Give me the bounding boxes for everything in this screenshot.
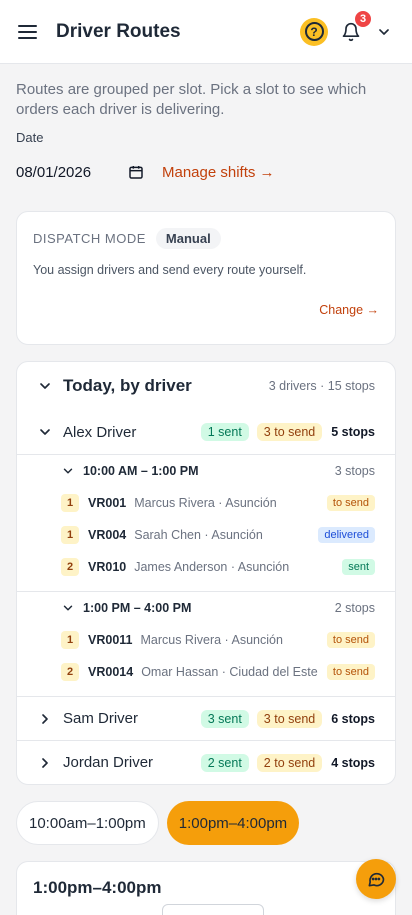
sequence-badge: 1 <box>61 526 79 544</box>
to-send-count-badge: 3 to send <box>256 709 323 728</box>
slot-panel-control[interactable] <box>162 904 264 915</box>
slot-tab-morning[interactable]: 10:00am–1:00pm <box>16 801 159 845</box>
date-input[interactable]: 08/01/2026 <box>16 164 102 181</box>
help-icon: ? <box>304 22 324 41</box>
dispatch-mode-card: DISPATCH MODE Manual You assign drivers … <box>16 211 396 345</box>
order-customer: James Anderson · Asunción <box>134 560 290 574</box>
to-send-count-badge: 2 to send <box>256 753 323 772</box>
app-header: Driver Routes ? 3 <box>0 0 412 64</box>
slot-header[interactable]: 1:00 PM – 4:00 PM 2 stops <box>61 592 375 624</box>
order-id: VR0014 <box>88 665 134 679</box>
today-by-driver-card: Today, by driver 3 drivers · 15 stops Al… <box>16 361 396 785</box>
chevron-down-icon <box>63 468 73 474</box>
sequence-badge: 1 <box>61 494 79 512</box>
chevron-right-icon <box>42 757 48 768</box>
slot-time: 1:00 PM – 4:00 PM <box>83 601 192 615</box>
sent-count-badge: 3 sent <box>200 709 249 728</box>
sent-count-badge: 2 sent <box>200 753 249 772</box>
driver-stops: 4 stops <box>331 755 375 770</box>
status-badge: to send <box>326 632 375 648</box>
order-id: VR0011 <box>88 633 133 647</box>
driver-name: Alex Driver <box>63 423 137 441</box>
notification-badge: 3 <box>355 10 371 27</box>
driver-row-sam[interactable]: Sam Driver 3 sent 3 to send 6 stops <box>17 696 395 740</box>
order-customer: Omar Hassan · Ciudad del Este <box>141 665 318 679</box>
slot-panel-title: 1:00pm–4:00pm <box>33 878 162 897</box>
account-menu-button[interactable] <box>372 20 396 44</box>
order-id: VR004 <box>88 528 127 542</box>
driver-row-alex[interactable]: Alex Driver 1 sent 3 to send 5 stops <box>17 410 395 454</box>
chat-button[interactable] <box>356 859 396 899</box>
today-summary: 3 drivers · 15 stops <box>268 379 375 393</box>
sequence-badge: 1 <box>61 631 79 649</box>
order-id: VR001 <box>88 496 127 510</box>
order-customer: Marcus Rivera · Asunción <box>140 633 283 647</box>
order-row[interactable]: 1 VR0011 Marcus Rivera · Asunción to sen… <box>61 624 375 656</box>
today-title: Today, by driver <box>63 376 192 395</box>
driver-name: Jordan Driver <box>63 754 154 771</box>
driver-name: Sam Driver <box>63 710 139 727</box>
help-button[interactable]: ? <box>300 17 328 46</box>
slot-time: 10:00 AM – 1:00 PM <box>83 464 199 478</box>
order-customer: Marcus Rivera · Asunción <box>134 496 277 510</box>
order-customer: Sarah Chen · Asunción <box>134 528 263 542</box>
chevron-down-icon <box>63 605 73 611</box>
status-badge: delivered <box>318 527 375 543</box>
sequence-badge: 2 <box>61 663 79 681</box>
chevron-down-icon <box>40 429 50 435</box>
driver-slot-group: 1:00 PM – 4:00 PM 2 stops 1 VR0011 Marcu… <box>17 591 395 696</box>
driver-slot-group: 10:00 AM – 1:00 PM 3 stops 1 VR001 Marcu… <box>17 454 395 591</box>
notifications-button[interactable]: 3 <box>338 10 371 45</box>
slot-tab-afternoon[interactable]: 1:00pm–4:00pm <box>166 801 300 845</box>
slot-stops: 3 stops <box>334 464 375 478</box>
calendar-icon[interactable] <box>126 162 146 182</box>
status-badge: sent <box>342 559 375 575</box>
slot-tabs: 10:00am–1:00pm 1:00pm–4:00pm <box>0 785 412 845</box>
sequence-badge: 2 <box>61 558 79 576</box>
slot-stops: 2 stops <box>334 601 375 615</box>
order-row[interactable]: 2 VR0014 Omar Hassan · Ciudad del Este t… <box>61 656 375 688</box>
slot-header[interactable]: 10:00 AM – 1:00 PM 3 stops <box>61 455 375 487</box>
order-row[interactable]: 1 VR004 Sarah Chen · Asunción delivered <box>61 519 375 551</box>
order-row[interactable]: 1 VR001 Marcus Rivera · Asunción to send <box>61 487 375 519</box>
intro-text: Routes are grouped per slot. Pick a slot… <box>16 81 367 118</box>
driver-stops: 5 stops <box>331 425 375 439</box>
chevron-down-icon <box>40 383 50 389</box>
sent-count-badge: 1 sent <box>200 423 249 441</box>
manage-shifts-link[interactable]: Manage shifts → <box>162 164 275 181</box>
chevron-down-icon <box>379 28 389 35</box>
date-row: 08/01/2026 Manage shifts → <box>0 145 412 185</box>
status-badge: to send <box>326 664 375 680</box>
chat-icon <box>368 872 385 887</box>
date-label: Date <box>16 130 44 145</box>
page-title: Driver Routes <box>56 20 181 42</box>
dispatch-mode-description: You assign drivers and send every route … <box>33 263 307 277</box>
order-id: VR010 <box>88 560 127 574</box>
chevron-right-icon <box>42 713 48 724</box>
driver-row-jordan[interactable]: Jordan Driver 2 sent 2 to send 4 stops <box>17 740 395 784</box>
today-header[interactable]: Today, by driver 3 drivers · 15 stops <box>17 362 395 410</box>
change-dispatch-link[interactable]: Change → <box>33 303 379 317</box>
driver-stops: 6 stops <box>331 711 375 726</box>
status-badge: to send <box>326 495 375 511</box>
to-send-count-badge: 3 to send <box>256 423 323 441</box>
menu-icon[interactable] <box>16 20 40 44</box>
dispatch-mode-badge: Manual <box>155 228 221 249</box>
dispatch-mode-label: DISPATCH MODE <box>33 231 146 246</box>
order-row[interactable]: 2 VR010 James Anderson · Asunción sent <box>61 551 375 583</box>
